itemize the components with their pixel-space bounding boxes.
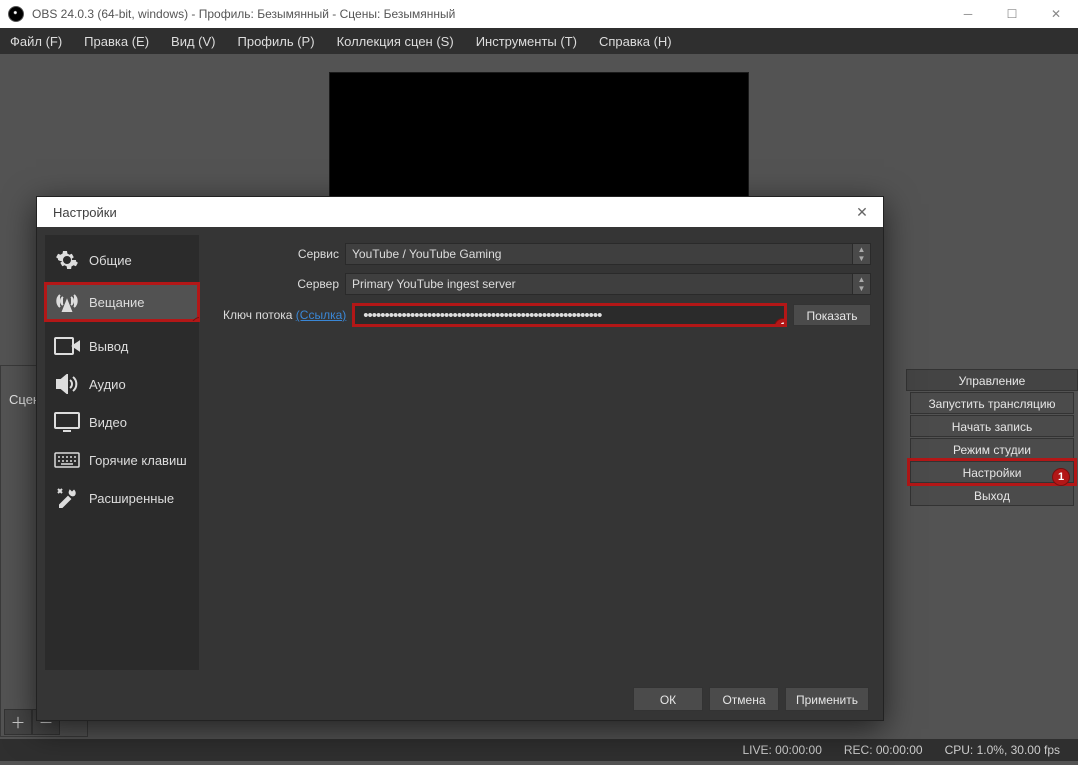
- menubar: Файл (F) Правка (E) Вид (V) Профиль (P) …: [0, 28, 1078, 54]
- apply-button[interactable]: Применить: [785, 687, 869, 711]
- minimize-button[interactable]: ─: [946, 0, 990, 28]
- gear-icon: [53, 249, 81, 271]
- streamkey-link[interactable]: (Ссылка): [296, 308, 346, 322]
- speaker-icon: [53, 373, 81, 395]
- settings-content: Сервис YouTube / YouTube Gaming ▲▼ Серве…: [199, 227, 883, 678]
- statusbar: LIVE: 00:00:00 REC: 00:00:00 CPU: 1.0%, …: [0, 739, 1078, 761]
- service-select[interactable]: YouTube / YouTube Gaming ▲▼: [345, 243, 871, 265]
- settings-title: Настройки: [53, 205, 117, 220]
- settings-close-button[interactable]: ✕: [841, 197, 883, 227]
- monitor-icon: [53, 411, 81, 433]
- server-label: Сервер: [223, 277, 339, 291]
- annotation-badge-2: 2: [191, 317, 199, 321]
- service-label: Сервис: [223, 247, 339, 261]
- menu-tools[interactable]: Инструменты (T): [472, 32, 581, 51]
- annotation-badge-3: 3: [774, 318, 787, 327]
- sidebar-item-stream[interactable]: Вещание 2: [45, 283, 199, 321]
- chevron-updown-icon: ▲▼: [852, 274, 870, 294]
- cancel-button[interactable]: Отмена: [709, 687, 779, 711]
- tools-icon: [53, 487, 81, 509]
- sidebar-item-label: Видео: [89, 415, 127, 430]
- show-key-button[interactable]: Показать: [793, 304, 871, 326]
- server-value: Primary YouTube ingest server: [352, 277, 516, 291]
- controls-dock: Управление Запустить трансляцию Начать з…: [906, 365, 1078, 737]
- sidebar-item-general[interactable]: Общие: [45, 241, 199, 279]
- sidebar-item-hotkeys[interactable]: Горячие клавиш: [45, 441, 199, 479]
- output-icon: [53, 335, 81, 357]
- close-button[interactable]: ✕: [1034, 0, 1078, 28]
- sidebar-item-output[interactable]: Вывод: [45, 327, 199, 365]
- annotation-badge-1: 1: [1052, 468, 1070, 486]
- obs-logo-icon: [8, 6, 24, 22]
- sidebar-item-video[interactable]: Видео: [45, 403, 199, 441]
- sidebar-item-audio[interactable]: Аудио: [45, 365, 199, 403]
- menu-file[interactable]: Файл (F): [6, 32, 66, 51]
- controls-header: Управление: [906, 369, 1078, 391]
- streamkey-input[interactable]: ••••••••••••••••••••••••••••••••••••••••…: [352, 303, 787, 327]
- ok-button[interactable]: ОК: [633, 687, 703, 711]
- status-rec: REC: 00:00:00: [844, 743, 923, 757]
- streamkey-label: Ключ потока (Ссылка): [223, 308, 346, 322]
- maximize-button[interactable]: ☐: [990, 0, 1034, 28]
- sidebar-item-label: Вывод: [89, 339, 128, 354]
- status-cpu: CPU: 1.0%, 30.00 fps: [945, 743, 1060, 757]
- exit-button[interactable]: Выход: [910, 484, 1074, 506]
- menu-scene-collection[interactable]: Коллекция сцен (S): [333, 32, 458, 51]
- studio-mode-button[interactable]: Режим студии: [910, 438, 1074, 460]
- settings-sidebar: Общие Вещание 2 Вывод Аудио: [45, 235, 199, 670]
- server-select[interactable]: Primary YouTube ingest server ▲▼: [345, 273, 871, 295]
- settings-button[interactable]: Настройки: [910, 461, 1074, 483]
- menu-edit[interactable]: Правка (E): [80, 32, 153, 51]
- menu-view[interactable]: Вид (V): [167, 32, 219, 51]
- start-recording-button[interactable]: Начать запись: [910, 415, 1074, 437]
- sidebar-item-advanced[interactable]: Расширенные: [45, 479, 199, 517]
- chevron-updown-icon: ▲▼: [852, 244, 870, 264]
- window-titlebar: OBS 24.0.3 (64-bit, windows) - Профиль: …: [0, 0, 1078, 28]
- sidebar-item-label: Расширенные: [89, 491, 174, 506]
- menu-profile[interactable]: Профиль (P): [234, 32, 319, 51]
- window-title: OBS 24.0.3 (64-bit, windows) - Профиль: …: [32, 7, 455, 21]
- menu-help[interactable]: Справка (H): [595, 32, 676, 51]
- settings-titlebar: Настройки ✕: [37, 197, 883, 227]
- sidebar-item-label: Общие: [89, 253, 132, 268]
- keyboard-icon: [53, 449, 81, 471]
- sidebar-item-label: Вещание: [89, 295, 145, 310]
- service-value: YouTube / YouTube Gaming: [352, 247, 501, 261]
- antenna-icon: [53, 291, 81, 313]
- sidebar-item-label: Аудио: [89, 377, 126, 392]
- status-live: LIVE: 00:00:00: [742, 743, 821, 757]
- start-streaming-button[interactable]: Запустить трансляцию: [910, 392, 1074, 414]
- sidebar-item-label: Горячие клавиш: [89, 453, 187, 468]
- add-scene-button[interactable]: ＋: [4, 709, 32, 735]
- settings-footer: ОК Отмена Применить: [37, 678, 883, 720]
- settings-dialog: Настройки ✕ Общие Вещание 2: [36, 196, 884, 721]
